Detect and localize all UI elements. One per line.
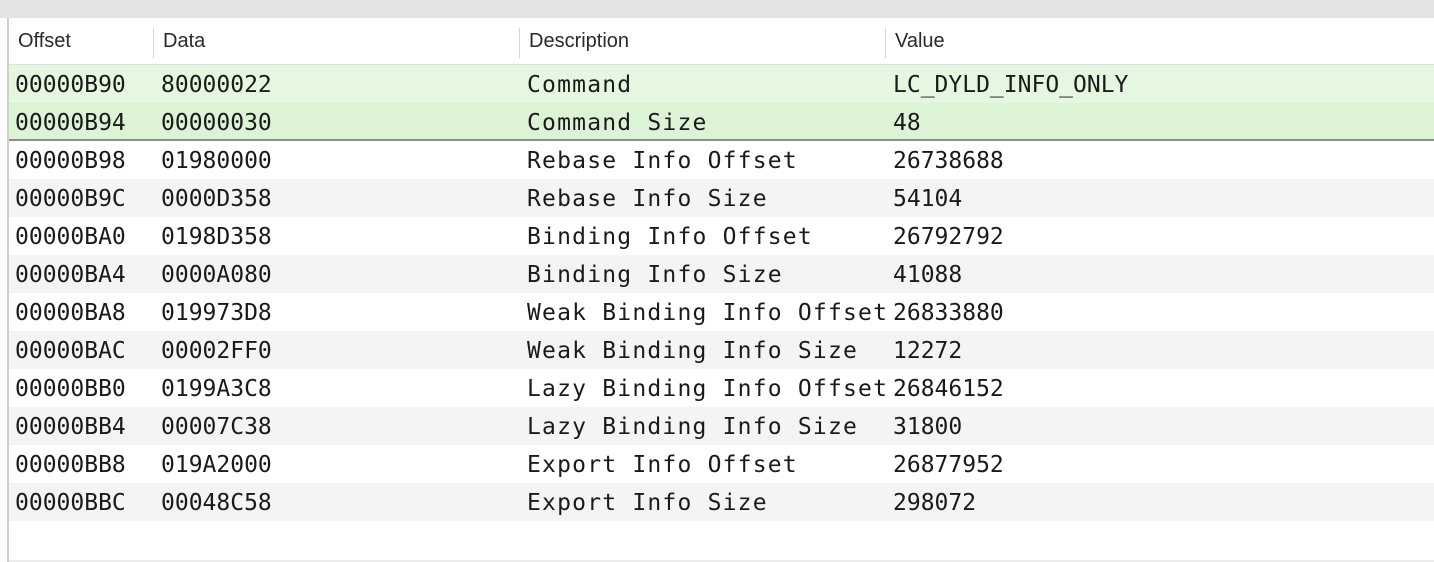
description-cell: Command <box>527 72 633 98</box>
value-cell: 48 <box>893 110 921 136</box>
value-cell: 26846152 <box>893 376 1004 402</box>
data-cell: 00048C58 <box>161 490 272 516</box>
description-cell: Export Info Offset <box>527 452 798 478</box>
offset-cell: 00000B98 <box>15 148 126 174</box>
table-header: Offset Data Description Value <box>9 18 1434 65</box>
column-divider[interactable] <box>885 28 886 58</box>
table-row[interactable]: 00000BB4 00007C38 Lazy Binding Info Size 31… <box>9 407 1434 445</box>
description-cell: Lazy Binding Info Size <box>527 414 859 440</box>
data-cell: 0198D358 <box>161 224 272 250</box>
value-cell: 12272 <box>893 338 963 364</box>
table-row[interactable]: 00000BA8 019973D8 Weak Binding Info Offset… <box>9 293 1434 331</box>
value-cell: LC_DYLD_INFO_ONLY <box>893 72 1129 98</box>
data-cell: 00007C38 <box>161 414 272 440</box>
offset-cell: 00000BA0 <box>15 224 126 250</box>
value-cell: 31800 <box>893 414 963 440</box>
data-cell: 0000A080 <box>161 262 272 288</box>
value-cell: 26738688 <box>893 148 1004 174</box>
offset-cell: 00000BB0 <box>15 376 126 402</box>
column-header-description[interactable]: Description <box>529 18 629 64</box>
offset-cell: 00000BA4 <box>15 262 126 288</box>
column-divider[interactable] <box>519 28 520 58</box>
offset-cell: 00000BB8 <box>15 452 126 478</box>
data-cell: 01980000 <box>161 148 272 174</box>
data-cell: 00002FF0 <box>161 338 272 364</box>
data-cell: 019973D8 <box>161 300 272 326</box>
description-cell: Export Info Size <box>527 490 768 516</box>
offset-cell: 00000BA8 <box>15 300 126 326</box>
value-cell: 298072 <box>893 490 977 516</box>
offset-cell: 00000B9C <box>15 186 126 212</box>
table-row[interactable]: 00000BB8 019A2000 Export Info Offset 268779… <box>9 445 1434 483</box>
value-cell: 26877952 <box>893 452 1004 478</box>
value-cell: 41088 <box>893 262 963 288</box>
offset-cell: 00000BB4 <box>15 414 126 440</box>
offset-cell: 00000B90 <box>15 72 126 98</box>
table-row[interactable]: 00000BBC 00048C58 Export Info Size 298072 <box>9 483 1434 521</box>
data-cell: 0000D358 <box>161 186 272 212</box>
column-header-offset[interactable]: Offset <box>18 18 71 64</box>
table-row[interactable]: 00000BA0 0198D358 Binding Info Offset 26792… <box>9 217 1434 255</box>
data-cell: 019A2000 <box>161 452 272 478</box>
value-cell: 54104 <box>893 186 963 212</box>
offset-cell: 00000BBC <box>15 490 126 516</box>
column-header-value[interactable]: Value <box>895 18 945 64</box>
description-cell: Lazy Binding Info Offset <box>527 376 889 402</box>
column-header-data[interactable]: Data <box>163 18 205 64</box>
table-body: 00000B90 80000022 Command LC_DYLD_INFO_ONLY… <box>9 65 1434 521</box>
data-cell: 0199A3C8 <box>161 376 272 402</box>
value-cell: 26792792 <box>893 224 1004 250</box>
description-cell: Rebase Info Size <box>527 186 768 212</box>
table-row[interactable]: 00000B90 80000022 Command LC_DYLD_INFO_ONLY <box>9 65 1434 103</box>
table-row[interactable]: 00000B9C 0000D358 Rebase Info Size 54104 <box>9 179 1434 217</box>
table-row[interactable]: 00000BA4 0000A080 Binding Info Size 41088 <box>9 255 1434 293</box>
description-cell: Weak Binding Info Size <box>527 338 859 364</box>
table-row[interactable]: 00000BAC 00002FF0 Weak Binding Info Size 12… <box>9 331 1434 369</box>
table-row[interactable]: 00000B94 00000030 Command Size 48 <box>9 103 1434 141</box>
column-divider[interactable] <box>153 28 154 58</box>
description-cell: Rebase Info Offset <box>527 148 798 174</box>
offset-cell: 00000B94 <box>15 110 126 136</box>
data-cell: 00000030 <box>161 110 272 136</box>
table-row[interactable]: 00000BB0 0199A3C8 Lazy Binding Info Offset… <box>9 369 1434 407</box>
offset-cell: 00000BAC <box>15 338 126 364</box>
load-command-table[interactable]: Offset Data Description Value 00000B90 80… <box>9 18 1434 562</box>
description-cell: Binding Info Offset <box>527 224 813 250</box>
value-cell: 26833880 <box>893 300 1004 326</box>
description-cell: Binding Info Size <box>527 262 783 288</box>
description-cell: Weak Binding Info Offset <box>527 300 889 326</box>
table-row[interactable]: 00000B98 01980000 Rebase Info Offset 267386… <box>9 141 1434 179</box>
data-cell: 80000022 <box>161 72 272 98</box>
window-top-bar <box>0 0 1434 18</box>
description-cell: Command Size <box>527 110 708 136</box>
